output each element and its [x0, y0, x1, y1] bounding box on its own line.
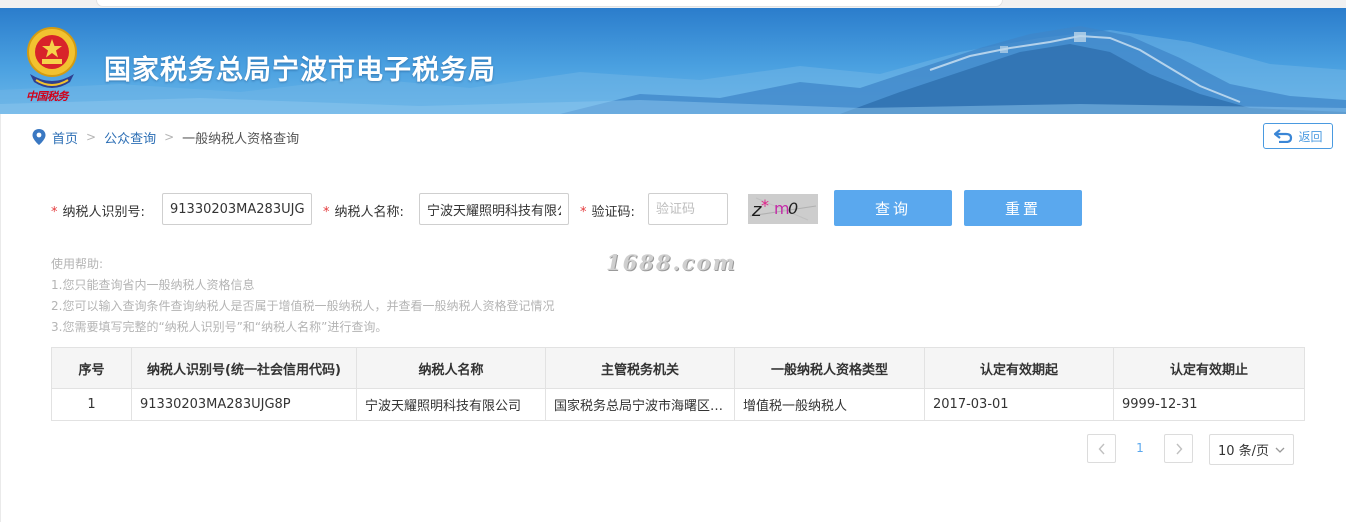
- page-left-border: [0, 114, 1, 522]
- captcha-image[interactable]: z * m 0: [748, 194, 818, 224]
- help-line: 3.您需要填写完整的“纳税人识别号”和“纳税人名称”进行查询。: [51, 320, 388, 334]
- next-page-button[interactable]: [1164, 434, 1193, 463]
- reset-button[interactable]: 重置: [964, 190, 1082, 226]
- breadcrumb-separator: >: [164, 130, 175, 144]
- captcha-code: *: [761, 196, 769, 215]
- captcha-code: 0: [788, 199, 798, 218]
- taxpayer-name-label: * 纳税人名称:: [323, 201, 404, 220]
- table-row: 1 91330203MA283UJG8P 宁波天耀照明科技有限公司 国家税务总局…: [51, 388, 1305, 421]
- header-banner: 中国税务 国家税务总局宁波市电子税务局: [0, 8, 1346, 114]
- table-cell-valid-from: 2017-03-01: [924, 388, 1114, 421]
- breadcrumb: 首页 > 公众查询 > 一般纳税人资格查询: [32, 128, 300, 147]
- browser-top-strip: [0, 0, 1346, 8]
- column-header: 一般纳税人资格类型: [734, 347, 925, 389]
- help-title: 使用帮助:: [51, 257, 104, 271]
- help-line: 2.您可以输入查询条件查询纳税人是否属于增值税一般纳税人，并查看一般纳税人资格登…: [51, 299, 555, 313]
- table-header-row: 序号 纳税人识别号(统一社会信用代码) 纳税人名称 主管税务机关 一般纳税人资格…: [51, 347, 1305, 389]
- chevron-right-icon: [1175, 443, 1182, 454]
- column-header: 纳税人名称: [356, 347, 546, 389]
- address-bar-edge: [96, 0, 1003, 7]
- taxpayer-id-input[interactable]: [162, 193, 312, 225]
- breadcrumb-separator: >: [86, 130, 97, 144]
- column-header: 主管税务机关: [545, 347, 735, 389]
- help-line: 1.您只能查询省内一般纳税人资格信息: [51, 278, 255, 292]
- chevron-down-icon: [1275, 447, 1285, 453]
- results-table: 序号 纳税人识别号(统一社会信用代码) 纳税人名称 主管税务机关 一般纳税人资格…: [51, 347, 1305, 421]
- table-cell-tax-authority: 国家税务总局宁波市海曙区税务局: [545, 388, 735, 421]
- column-header: 序号: [51, 347, 132, 389]
- location-pin-icon: [32, 129, 46, 145]
- query-button[interactable]: 查询: [834, 190, 952, 226]
- back-button-label: 返回: [1298, 129, 1323, 144]
- page-number-current[interactable]: 1: [1131, 441, 1149, 455]
- emblem-text: 中国税务: [26, 90, 69, 103]
- breadcrumb-public-query-link[interactable]: 公众查询: [104, 128, 156, 147]
- prev-page-button[interactable]: [1087, 434, 1116, 463]
- captcha-label-text: 验证码:: [591, 205, 635, 220]
- chevron-left-icon: [1098, 443, 1105, 454]
- required-mark: *: [323, 205, 330, 220]
- watermark: 1688.com: [606, 250, 737, 275]
- captcha-label: * 验证码:: [580, 201, 635, 220]
- column-header: 纳税人识别号(统一社会信用代码): [131, 347, 357, 389]
- table-cell-taxpayer-id: 91330203MA283UJG8P: [131, 388, 357, 421]
- return-arrow-icon: [1274, 129, 1293, 143]
- taxpayer-name-label-text: 纳税人名称:: [334, 205, 404, 220]
- page-size-value: 10 条/页: [1218, 444, 1270, 459]
- page-size-select[interactable]: 10 条/页: [1209, 434, 1294, 465]
- site-title: 国家税务总局宁波市电子税务局: [104, 55, 496, 86]
- taxpayer-id-label: * 纳税人识别号:: [51, 201, 145, 220]
- breadcrumb-current: 一般纳税人资格查询: [182, 131, 300, 147]
- column-header: 认定有效期止: [1113, 347, 1305, 389]
- help-section: 使用帮助: 1.您只能查询省内一般纳税人资格信息 2.您可以输入查询条件查询纳税…: [51, 254, 554, 338]
- taxpayer-name-input[interactable]: [419, 193, 569, 225]
- required-mark: *: [580, 205, 587, 220]
- column-header: 认定有效期起: [924, 347, 1114, 389]
- back-button[interactable]: 返回: [1263, 123, 1333, 149]
- table-cell-taxpayer-name: 宁波天耀照明科技有限公司: [356, 388, 546, 421]
- captcha-input[interactable]: [648, 193, 728, 225]
- table-cell-qualification-type: 增值税一般纳税人: [734, 388, 925, 421]
- taxpayer-id-label-text: 纳税人识别号:: [62, 205, 145, 220]
- table-cell-index: 1: [51, 388, 132, 421]
- breadcrumb-home-link[interactable]: 首页: [52, 128, 78, 147]
- table-cell-valid-to: 9999-12-31: [1113, 388, 1305, 421]
- required-mark: *: [51, 205, 58, 220]
